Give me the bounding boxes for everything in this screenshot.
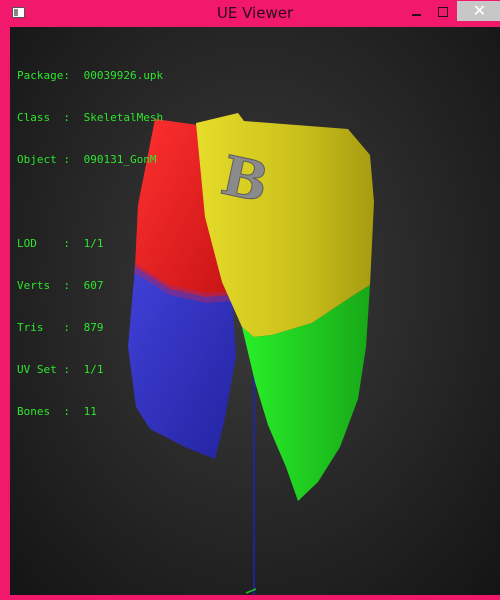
maximize-button[interactable] [430, 1, 456, 21]
3d-viewport[interactable]: B Package: 00039926.upk Class : Skeletal… [10, 27, 500, 595]
close-icon: ✕ [472, 1, 487, 20]
maximize-icon [438, 6, 448, 17]
info-uvset: UV Set : 1/1 [17, 363, 104, 376]
close-button[interactable]: ✕ [457, 1, 500, 21]
info-object: Object : 090131_GonM [17, 153, 157, 166]
app-window: UE Viewer ✕ B Package: 00039926.upk Clas… [0, 0, 500, 600]
info-bones: Bones : 11 [17, 405, 97, 418]
minimize-icon [411, 13, 421, 16]
mesh-info-overlay: Package: 00039926.upk Class : SkeletalMe… [17, 41, 163, 447]
title-bar[interactable]: UE Viewer ✕ [5, 0, 500, 27]
info-verts: Verts : 607 [17, 279, 104, 292]
minimize-button[interactable] [403, 1, 429, 21]
info-package: Package: 00039926.upk [17, 69, 164, 82]
info-spacer [17, 195, 163, 209]
info-class: Class : SkeletalMesh [17, 111, 164, 124]
info-tris: Tris : 879 [17, 321, 104, 334]
info-lod: LOD : 1/1 [17, 237, 104, 250]
